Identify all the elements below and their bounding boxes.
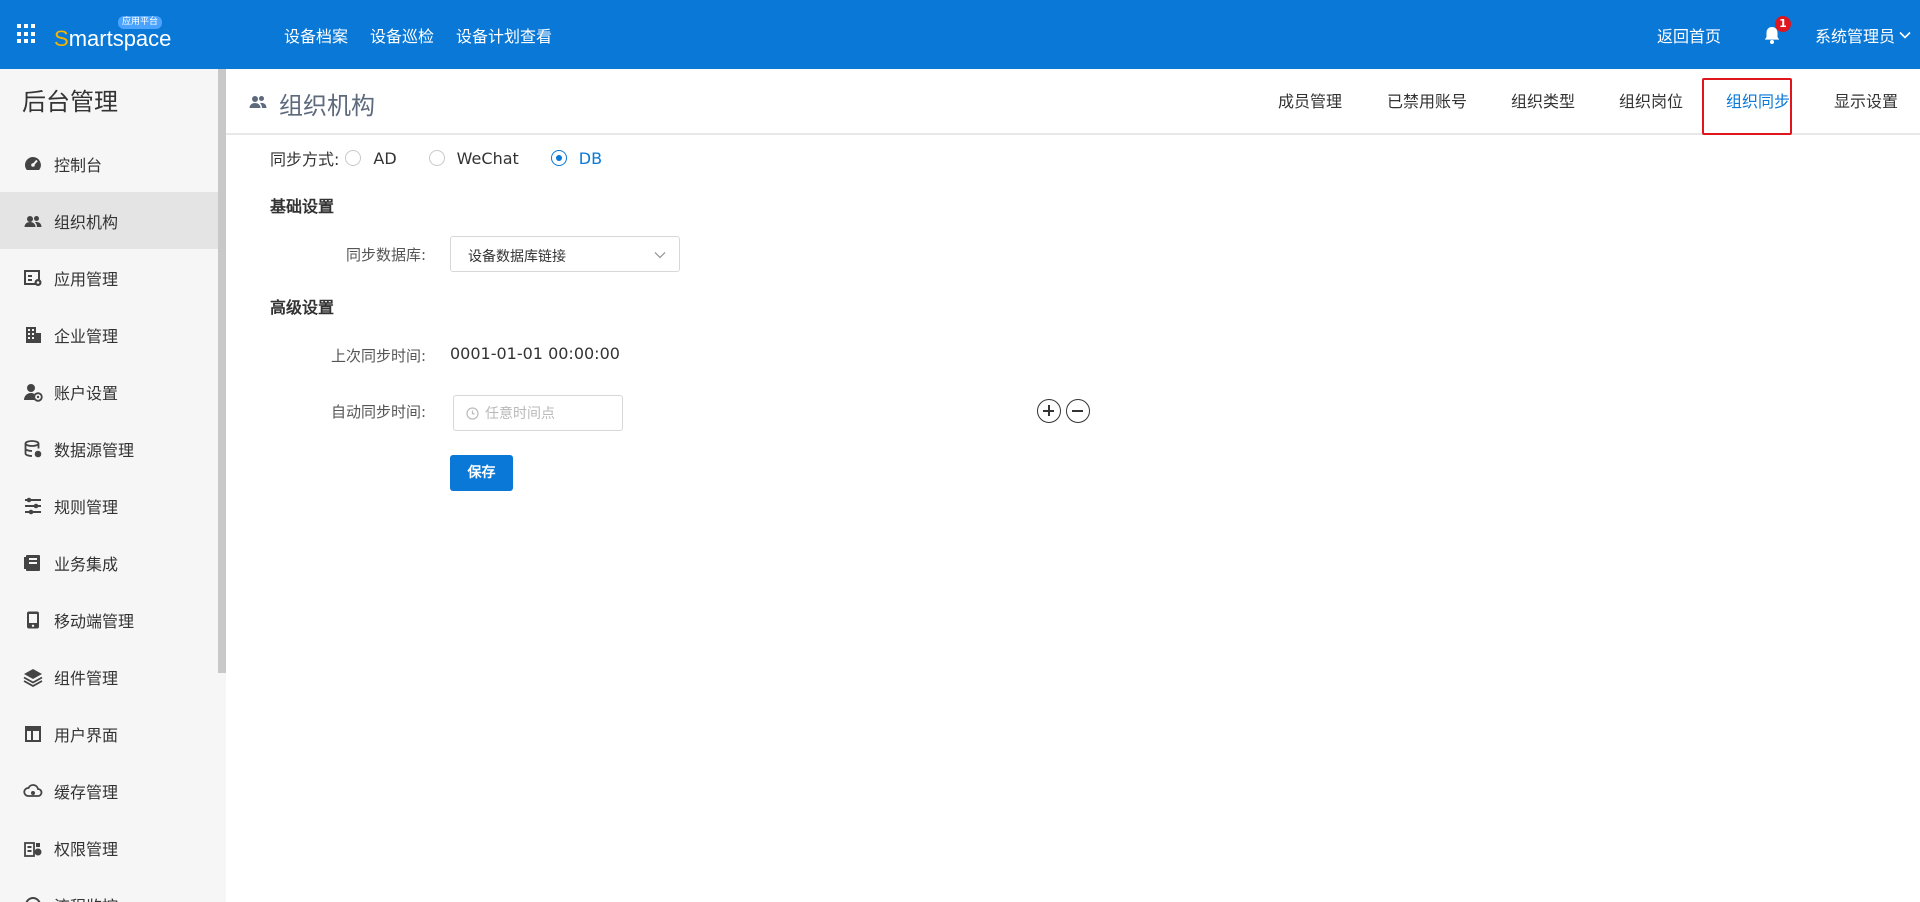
sidebar-item-label: 应用管理 xyxy=(54,269,119,289)
chevron-down-icon xyxy=(1899,31,1911,39)
topnav-device-inspection[interactable]: 设备巡检 xyxy=(370,23,434,47)
dashboard-icon xyxy=(22,153,44,175)
sync-db-value: 设备数据库链接 xyxy=(468,249,566,265)
top-bar: Smartspace 应用平台 设备档案 设备巡检 设备计划查看 返回首页 1 … xyxy=(0,0,1920,69)
user-gear-icon xyxy=(22,381,44,403)
tab-highlight-box xyxy=(1702,78,1792,135)
tab-org-types[interactable]: 组织类型 xyxy=(1511,69,1575,135)
tab-disabled-accounts[interactable]: 已禁用账号 xyxy=(1387,69,1467,135)
auto-sync-placeholder: 任意时间点 xyxy=(485,406,555,422)
integration-icon xyxy=(22,552,44,574)
tab-members[interactable]: 成员管理 xyxy=(1278,69,1342,135)
radio-wechat[interactable]: WeChat xyxy=(428,148,519,168)
remove-time-button[interactable] xyxy=(1066,399,1090,423)
layout-icon xyxy=(22,723,44,745)
sidebar-item-components[interactable]: 组件管理 xyxy=(0,648,218,705)
sidebar-item-enterprise[interactable]: 企业管理 xyxy=(0,306,218,363)
sidebar-item-label: 组件管理 xyxy=(54,668,119,688)
sidebar: 后台管理 控制台 组织机构 应用管理 企业管理 账户设置 数据源管理 规则管理 … xyxy=(0,69,226,902)
sidebar-item-org[interactable]: 组织机构 xyxy=(0,192,218,249)
sync-db-select[interactable]: 设备数据库链接 xyxy=(450,236,680,272)
sync-method-label: 同步方式: xyxy=(270,150,340,169)
sidebar-item-label: 规则管理 xyxy=(54,497,119,517)
sync-method-row: 同步方式: AD WeChat DB xyxy=(270,147,634,170)
last-sync-label: 上次同步时间: xyxy=(330,347,426,365)
clock-icon xyxy=(466,406,479,420)
sidebar-item-label: 权限管理 xyxy=(54,839,119,859)
sidebar-item-flow[interactable]: 流程监控 xyxy=(0,876,218,902)
radio-circle xyxy=(345,150,362,166)
add-time-button[interactable] xyxy=(1037,399,1061,423)
topnav-device-plan[interactable]: 设备计划查看 xyxy=(456,23,552,47)
sidebar-title: 后台管理 xyxy=(22,88,118,116)
radio-circle xyxy=(428,150,445,166)
app-settings-icon xyxy=(22,267,44,289)
sync-db-label: 同步数据库: xyxy=(345,246,426,264)
sidebar-item-account[interactable]: 账户设置 xyxy=(0,363,218,420)
sidebar-item-label: 流程监控 xyxy=(54,893,118,902)
sidebar-item-label: 用户界面 xyxy=(54,725,119,745)
sidebar-scrollbar[interactable] xyxy=(218,69,226,673)
user-menu[interactable]: 系统管理员 xyxy=(1815,23,1912,47)
basic-settings-title: 基础设置 xyxy=(270,197,335,216)
sidebar-item-cache[interactable]: 缓存管理 xyxy=(0,762,218,819)
page-title: 组织机构 xyxy=(279,92,375,120)
sidebar-item-label: 缓存管理 xyxy=(54,782,119,802)
top-nav: 设备档案 设备巡检 设备计划查看 xyxy=(284,0,574,69)
user-name: 系统管理员 xyxy=(1814,26,1895,46)
brand-badge: 应用平台 xyxy=(118,16,163,29)
radio-label: WeChat xyxy=(456,148,519,168)
sidebar-item-label: 控制台 xyxy=(54,155,103,175)
building-icon xyxy=(22,324,44,346)
radio-ad[interactable]: AD xyxy=(345,148,397,168)
flow-icon xyxy=(22,894,44,902)
database-icon xyxy=(22,438,44,460)
sidebar-item-label: 企业管理 xyxy=(54,326,119,346)
topnav-device-archive[interactable]: 设备档案 xyxy=(284,23,348,47)
sidebar-item-label: 账户设置 xyxy=(54,383,119,403)
top-right: 返回首页 1 系统管理员 xyxy=(1657,0,1920,69)
last-sync-value: 0001-01-01 00:00:00 xyxy=(450,344,620,363)
app-grid-icon[interactable] xyxy=(17,24,37,44)
sync-form: 同步方式: AD WeChat DB 基础设置 同步数据库: 设备数据库链接 高… xyxy=(226,137,1920,902)
radio-circle xyxy=(550,150,567,166)
radio-label: DB xyxy=(578,148,603,168)
users-icon xyxy=(22,210,44,232)
sidebar-item-label: 组织机构 xyxy=(54,212,119,232)
sidebar-item-mobile[interactable]: 移动端管理 xyxy=(0,591,218,648)
auto-sync-time-input[interactable]: 任意时间点 xyxy=(453,395,623,431)
sidebar-item-permission[interactable]: 权限管理 xyxy=(0,819,218,876)
brand-logo[interactable]: Smartspace xyxy=(54,26,171,52)
users-icon xyxy=(249,96,267,108)
sidebar-item-rules[interactable]: 规则管理 xyxy=(0,477,218,534)
auto-sync-label: 自动同步时间: xyxy=(330,403,426,421)
advanced-settings-title: 高级设置 xyxy=(270,298,335,317)
sidebar-item-integration[interactable]: 业务集成 xyxy=(0,534,218,591)
tab-org-positions[interactable]: 组织岗位 xyxy=(1619,69,1683,135)
radio-label: AD xyxy=(373,148,397,168)
home-link[interactable]: 返回首页 xyxy=(1657,23,1721,47)
sidebar-item-label: 业务集成 xyxy=(54,554,119,574)
layers-icon xyxy=(22,666,44,688)
mobile-icon xyxy=(22,609,44,631)
radio-db[interactable]: DB xyxy=(550,148,603,168)
sidebar-item-datasource[interactable]: 数据源管理 xyxy=(0,420,218,477)
tab-display-settings[interactable]: 显示设置 xyxy=(1834,69,1898,135)
sidebar-item-apps[interactable]: 应用管理 xyxy=(0,249,218,306)
sliders-icon xyxy=(22,495,44,517)
sidebar-item-ui[interactable]: 用户界面 xyxy=(0,705,218,762)
cloud-cache-icon xyxy=(22,780,44,802)
permission-icon xyxy=(22,837,44,859)
sidebar-item-label: 移动端管理 xyxy=(54,611,135,631)
notification-bell[interactable]: 1 xyxy=(1761,15,1791,46)
sidebar-item-label: 数据源管理 xyxy=(54,440,135,460)
save-button[interactable]: 保存 xyxy=(450,455,513,491)
sidebar-item-dashboard[interactable]: 控制台 xyxy=(0,135,218,192)
notification-badge: 1 xyxy=(1774,15,1791,32)
chevron-down-icon xyxy=(654,252,666,259)
page-header: 组织机构 成员管理 已禁用账号 组织类型 组织岗位 组织同步 显示设置 xyxy=(226,69,1920,135)
